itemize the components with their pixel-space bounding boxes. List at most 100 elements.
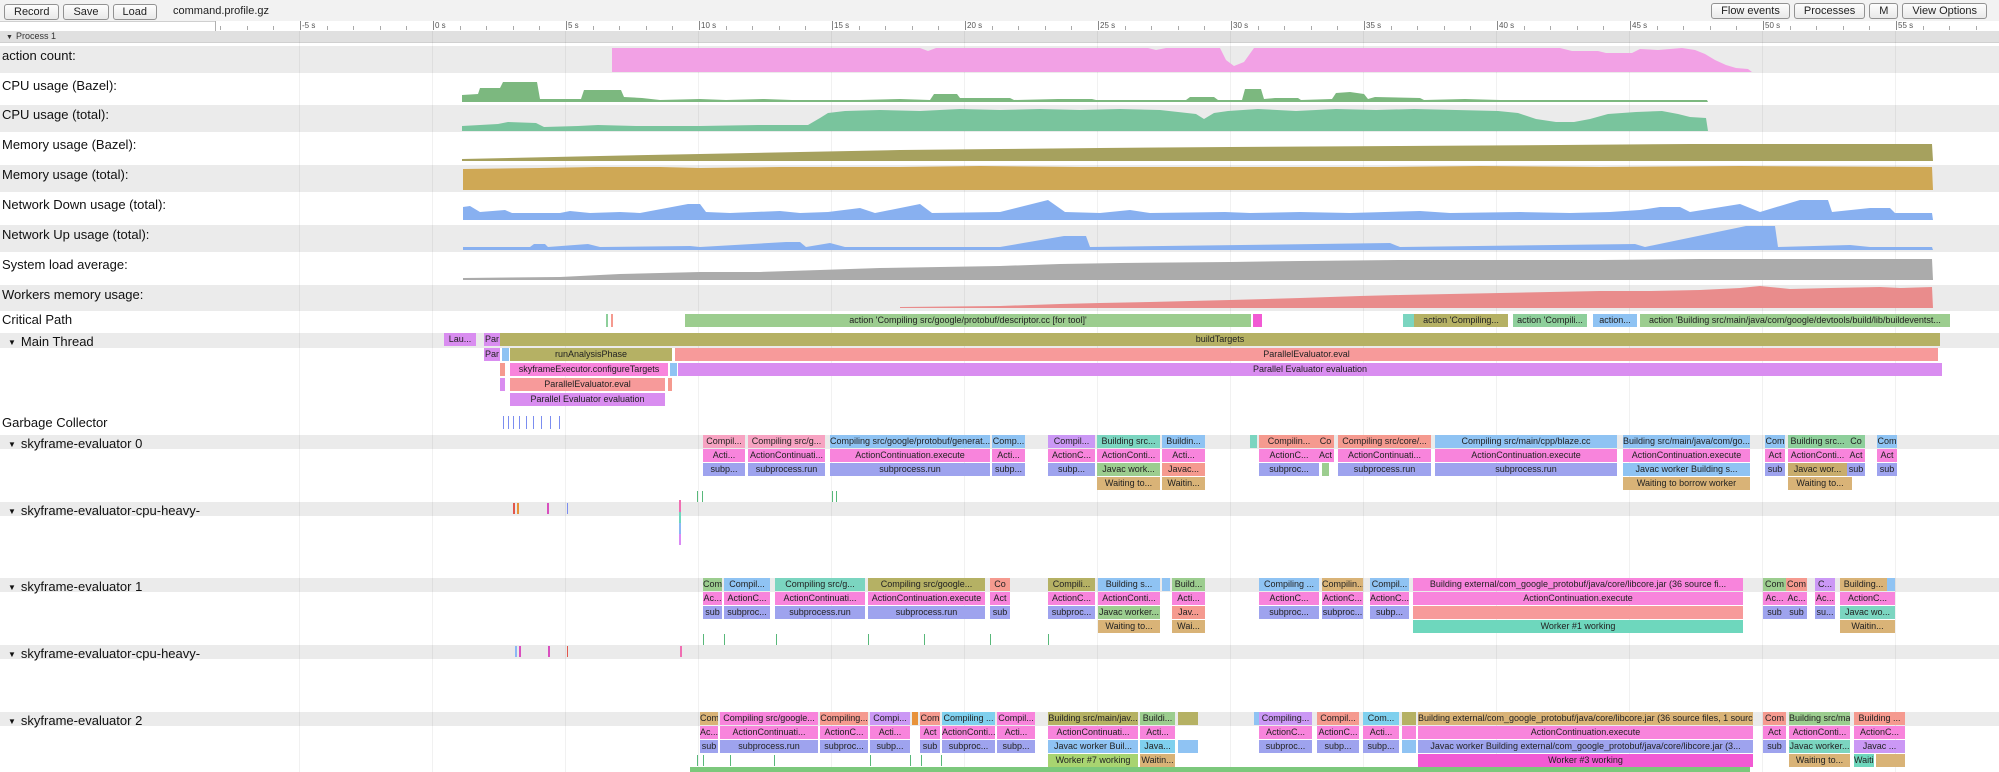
track-label-skyframe-evaluator-cpu-heavy[interactable]: ▼skyframe-evaluator-cpu-heavy- bbox=[8, 503, 200, 518]
trace-slice-skyframe-evaluator-2[interactable]: subprocess.run bbox=[720, 740, 818, 753]
trace-slice-skyframe-evaluator-0[interactable]: Waiting to... bbox=[1788, 477, 1852, 490]
instant-event-tick[interactable] bbox=[533, 416, 534, 429]
trace-slice-skyframe-evaluator-0[interactable]: subprocess.run bbox=[830, 463, 990, 476]
trace-slice-skyframe-evaluator-2[interactable]: Com bbox=[1763, 712, 1786, 725]
trace-slice-skyframe-evaluator-2[interactable]: Act bbox=[1763, 726, 1786, 739]
trace-slice-skyframe-evaluator-0[interactable]: Waitin... bbox=[1162, 477, 1205, 490]
trace-slice-skyframe-evaluator-0[interactable]: sub bbox=[1847, 463, 1865, 476]
instant-event-tick[interactable] bbox=[697, 755, 698, 766]
trace-slice-skyframe-evaluator-2[interactable]: subp... bbox=[1363, 740, 1399, 753]
trace-slice-critical-path[interactable] bbox=[611, 314, 613, 327]
trace-slice-skyframe-evaluator-2[interactable]: Compil... bbox=[997, 712, 1035, 725]
trace-slice-skyframe-evaluator-1[interactable] bbox=[1413, 606, 1743, 619]
instant-event-tick[interactable] bbox=[513, 416, 514, 429]
trace-slice-skyframe-evaluator-1[interactable]: ActionContinuati... bbox=[775, 592, 865, 605]
trace-slice-skyframe-evaluator-0[interactable]: ActionContinuati... bbox=[1338, 449, 1431, 462]
trace-slice-skyframe-evaluator-1[interactable]: Building external/com_google_protobuf/ja… bbox=[1413, 578, 1743, 591]
trace-slice-main-thread[interactable]: Lau... bbox=[444, 333, 476, 346]
trace-slice-skyframe-evaluator-2[interactable]: Ac... bbox=[700, 726, 718, 739]
instant-event-tick[interactable] bbox=[924, 634, 925, 645]
track-label-skyframe-evaluator-2[interactable]: ▼skyframe-evaluator 2 bbox=[8, 713, 142, 728]
trace-slice-skyframe-evaluator-1[interactable]: subprocess.run bbox=[868, 606, 985, 619]
trace-slice-critical-path[interactable]: action 'Building src/main/java/com/googl… bbox=[1640, 314, 1950, 327]
trace-slice-skyframe-evaluator-2[interactable]: subp... bbox=[870, 740, 910, 753]
trace-slice-skyframe-evaluator-2[interactable]: Acti... bbox=[870, 726, 910, 739]
trace-slice-skyframe-evaluator-1[interactable]: Com bbox=[1763, 578, 1786, 591]
trace-slice-main-thread[interactable] bbox=[500, 363, 505, 376]
trace-slice-skyframe-evaluator-0[interactable]: Waiting to... bbox=[1097, 477, 1160, 490]
trace-slice-skyframe-evaluator-2[interactable]: Acti... bbox=[997, 726, 1035, 739]
trace-slice-skyframe-evaluator-2[interactable]: Compiling... bbox=[820, 712, 868, 725]
trace-slice-skyframe-evaluator-0[interactable]: Acti... bbox=[703, 449, 745, 462]
trace-slice-skyframe-evaluator-2[interactable]: Compil... bbox=[1317, 712, 1359, 725]
trace-slice-critical-path[interactable]: action... bbox=[1593, 314, 1637, 327]
trace-slice-skyframe-evaluator-0[interactable]: Co bbox=[1847, 435, 1865, 448]
instant-event-tick[interactable] bbox=[921, 755, 922, 766]
trace-slice-skyframe-evaluator-2[interactable] bbox=[1876, 754, 1905, 767]
instant-event-tick[interactable] bbox=[567, 503, 568, 514]
trace-slice-skyframe-evaluator-0[interactable]: subproc... bbox=[1259, 463, 1319, 476]
trace-slice-skyframe-evaluator-2[interactable]: Compiling ... bbox=[942, 712, 995, 725]
trace-slice-skyframe-evaluator-0[interactable]: Com bbox=[1765, 435, 1785, 448]
trace-slice-skyframe-evaluator-0[interactable]: subp... bbox=[992, 463, 1025, 476]
trace-slice-skyframe-evaluator-1[interactable]: subp... bbox=[1370, 606, 1409, 619]
trace-slice-skyframe-evaluator-1[interactable]: Compiling src/google... bbox=[868, 578, 985, 591]
trace-slice-main-thread[interactable]: Par bbox=[484, 333, 500, 346]
trace-slice-skyframe-evaluator-0[interactable] bbox=[1250, 435, 1257, 448]
trace-slice-skyframe-evaluator-1[interactable]: Worker #1 working bbox=[1413, 620, 1743, 633]
trace-slice-skyframe-evaluator-0[interactable]: ActionConti... bbox=[1097, 449, 1160, 462]
trace-slice-skyframe-evaluator-2[interactable]: Building external/com_google_protobuf/ja… bbox=[1418, 712, 1753, 725]
trace-slice-skyframe-evaluator-2[interactable]: ActionC... bbox=[1259, 726, 1312, 739]
trace-slice-skyframe-evaluator-2[interactable] bbox=[912, 712, 918, 725]
trace-slice-skyframe-evaluator-1[interactable]: subprocess.run bbox=[775, 606, 865, 619]
instant-event-tick[interactable] bbox=[679, 523, 681, 534]
trace-slice-skyframe-evaluator-1[interactable]: Co bbox=[990, 578, 1010, 591]
trace-slice-skyframe-evaluator-2[interactable] bbox=[1178, 712, 1198, 725]
trace-slice-skyframe-evaluator-1[interactable]: Building s... bbox=[1098, 578, 1160, 591]
trace-slice-skyframe-evaluator-2[interactable]: Waiting to... bbox=[1789, 754, 1850, 767]
trace-slice-skyframe-evaluator-1[interactable]: su... bbox=[1815, 606, 1835, 619]
trace-slice-main-thread[interactable]: runAnalysisPhase bbox=[510, 348, 672, 361]
trace-slice-skyframe-evaluator-0[interactable]: Act bbox=[1877, 449, 1897, 462]
trace-slice-skyframe-evaluator-0[interactable]: ActionContinuation.execute bbox=[1435, 449, 1617, 462]
trace-slice-skyframe-evaluator-1[interactable]: Ac... bbox=[1815, 592, 1835, 605]
trace-slice-main-thread[interactable] bbox=[502, 348, 509, 361]
trace-slice-skyframe-evaluator-2[interactable]: ActionContinuati... bbox=[720, 726, 818, 739]
trace-slice-skyframe-evaluator-0[interactable]: Act bbox=[1317, 449, 1334, 462]
trace-slice-skyframe-evaluator-0[interactable]: subprocess.run bbox=[748, 463, 825, 476]
trace-slice-skyframe-evaluator-1[interactable]: sub bbox=[703, 606, 722, 619]
toolbar-button-record[interactable]: Record bbox=[4, 4, 59, 20]
track-label-main-thread[interactable]: ▼Main Thread bbox=[8, 334, 94, 349]
trace-slice-skyframe-evaluator-2[interactable]: Javac worker Building external/com_googl… bbox=[1418, 740, 1753, 753]
trace-slice-skyframe-evaluator-0[interactable]: subprocess.run bbox=[1338, 463, 1431, 476]
trace-slice-skyframe-evaluator-2[interactable]: Com... bbox=[1363, 712, 1399, 725]
trace-slice-skyframe-evaluator-1[interactable]: C... bbox=[1815, 578, 1835, 591]
instant-event-tick[interactable] bbox=[836, 491, 837, 502]
trace-slice-skyframe-evaluator-1[interactable]: ActionC... bbox=[1048, 592, 1095, 605]
instant-event-tick[interactable] bbox=[702, 491, 703, 502]
trace-slice-main-thread[interactable]: ParallelEvaluator.eval bbox=[675, 348, 1938, 361]
trace-slice-skyframe-evaluator-1[interactable]: subproc... bbox=[1322, 606, 1363, 619]
trace-slice-skyframe-evaluator-0[interactable]: Acti... bbox=[992, 449, 1025, 462]
trace-slice-skyframe-evaluator-2[interactable]: Compiling... bbox=[1259, 712, 1312, 725]
trace-slice-skyframe-evaluator-2[interactable]: subp... bbox=[997, 740, 1035, 753]
trace-slice-skyframe-evaluator-1[interactable]: Jav... bbox=[1172, 606, 1205, 619]
trace-slice-skyframe-evaluator-2[interactable]: Com bbox=[920, 712, 940, 725]
trace-slice-skyframe-evaluator-1[interactable]: sub bbox=[1763, 606, 1786, 619]
trace-slice-main-thread[interactable]: Par bbox=[484, 348, 500, 361]
trace-slice-skyframe-evaluator-1[interactable]: Com bbox=[1786, 578, 1807, 591]
trace-slice-skyframe-evaluator-2[interactable]: Building src/main/jav... bbox=[1048, 712, 1138, 725]
trace-slice-skyframe-evaluator-1[interactable]: Ac... bbox=[1763, 592, 1786, 605]
trace-slice-skyframe-evaluator-2[interactable]: Building ... bbox=[1854, 712, 1905, 725]
trace-slice-skyframe-evaluator-1[interactable]: Com bbox=[703, 578, 722, 591]
trace-slice-skyframe-evaluator-2[interactable]: Waitin... bbox=[1854, 754, 1874, 767]
trace-slice-skyframe-evaluator-2[interactable] bbox=[1402, 740, 1416, 753]
trace-slice-skyframe-evaluator-1[interactable]: Compiling src/g... bbox=[775, 578, 865, 591]
instant-event-tick[interactable] bbox=[680, 646, 682, 657]
trace-slice-skyframe-evaluator-0[interactable]: Act bbox=[1765, 449, 1785, 462]
trace-slice-skyframe-evaluator-0[interactable]: subp... bbox=[703, 463, 745, 476]
instant-event-tick[interactable] bbox=[832, 491, 833, 502]
trace-slice-skyframe-evaluator-2[interactable]: Compiling src/google... bbox=[720, 712, 818, 725]
trace-slice-skyframe-evaluator-2[interactable] bbox=[1402, 726, 1416, 739]
toolbar-button-view-options[interactable]: View Options bbox=[1902, 3, 1987, 19]
